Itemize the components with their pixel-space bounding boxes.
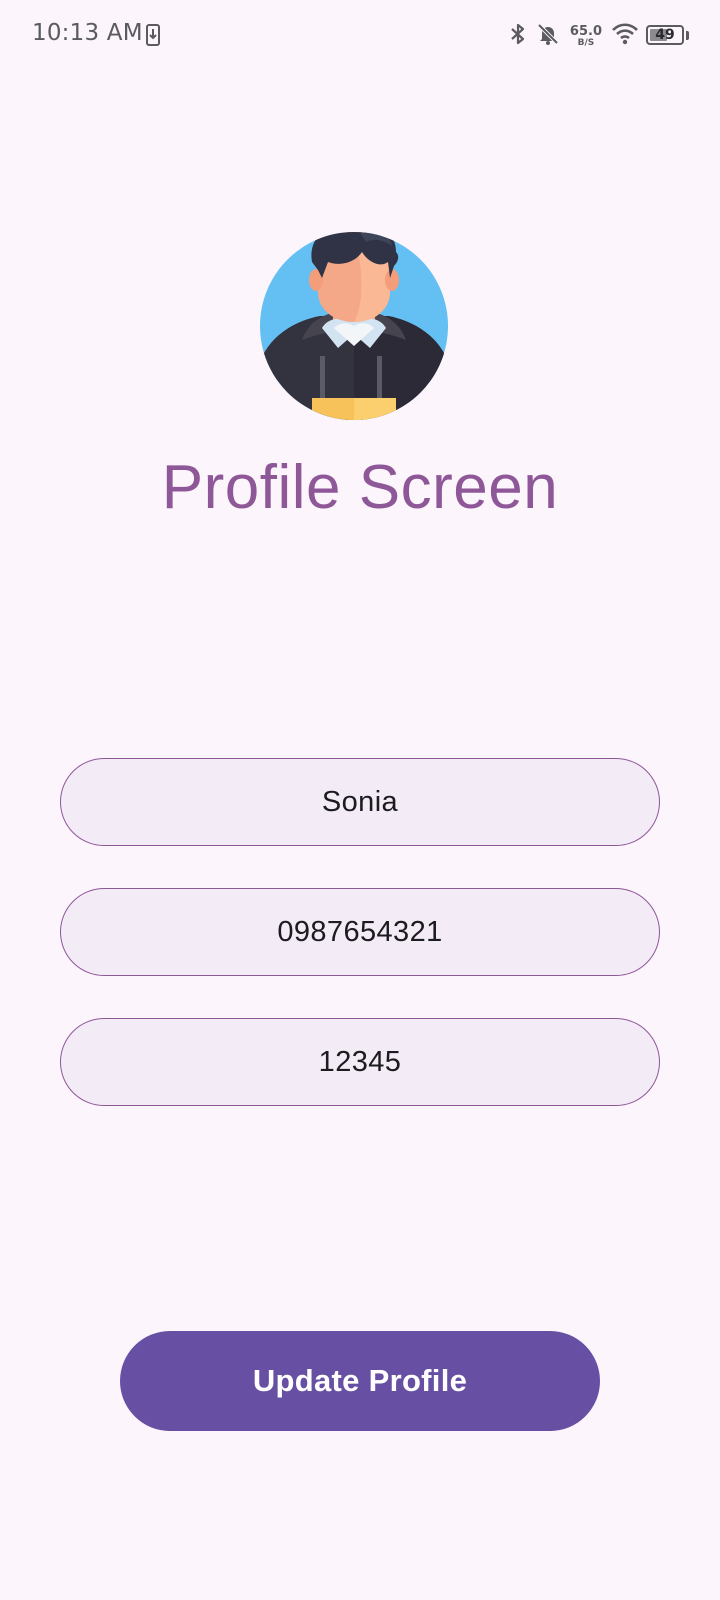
status-time: 10:13 AM bbox=[32, 20, 143, 46]
download-icon bbox=[146, 24, 160, 46]
name-input[interactable] bbox=[61, 758, 659, 846]
net-speed: 65.0 B/S bbox=[570, 25, 602, 48]
page-title: Profile Screen bbox=[161, 453, 559, 522]
bluetooth-icon bbox=[508, 22, 528, 50]
net-speed-unit: B/S bbox=[577, 37, 595, 48]
battery-icon: 49 bbox=[646, 25, 690, 47]
name-field-container bbox=[60, 758, 660, 846]
phone-input[interactable] bbox=[61, 888, 659, 976]
update-profile-button[interactable]: Update Profile bbox=[120, 1331, 600, 1431]
wifi-icon bbox=[612, 23, 638, 49]
bell-off-icon bbox=[536, 22, 560, 50]
battery-cap bbox=[686, 31, 689, 40]
net-speed-value: 65.0 bbox=[569, 23, 602, 39]
code-input[interactable] bbox=[61, 1018, 659, 1106]
profile-avatar bbox=[258, 222, 450, 422]
phone-field-container bbox=[60, 888, 660, 976]
status-bar: 10:13 AM 65.0 B/S 49 bbox=[0, 0, 720, 72]
battery-level: 49 bbox=[655, 27, 675, 43]
code-field-container bbox=[60, 1018, 660, 1106]
status-icons: 65.0 B/S 49 bbox=[508, 22, 690, 50]
